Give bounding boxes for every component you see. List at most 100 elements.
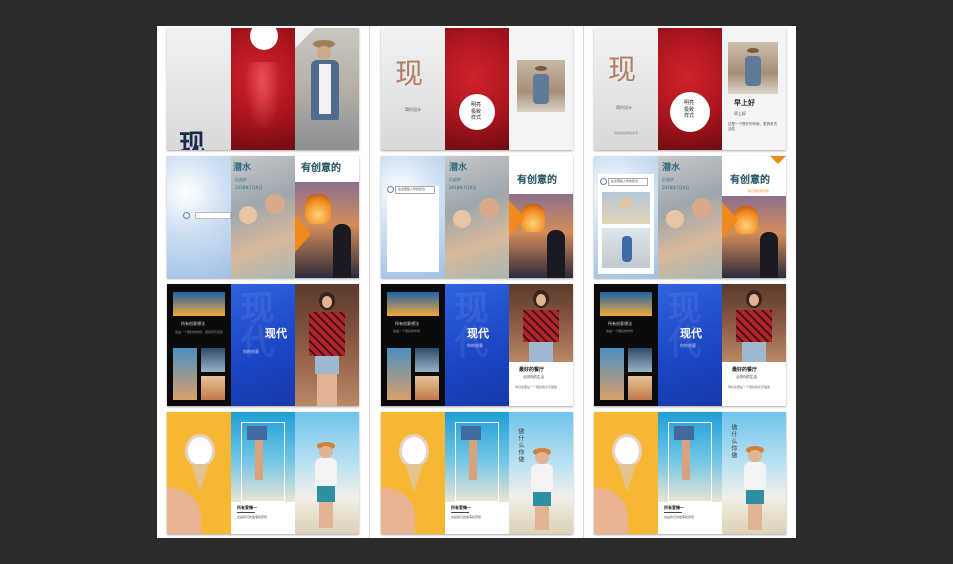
photo-tile-3	[628, 376, 652, 400]
right-title: 早上好	[734, 99, 755, 107]
shorts	[247, 426, 267, 440]
headline: 有创意的	[517, 175, 557, 186]
brochure-mockup-row3-v1[interactable]: 所有创意想法 这是一个很好的布局，更具有灵活性 现代 现代 你的创意	[167, 284, 359, 406]
title-a: 潜水	[233, 163, 252, 173]
date: 2018年7月6日	[449, 185, 477, 190]
man-face	[479, 198, 499, 218]
panel-yellow	[167, 412, 231, 534]
panel-red-photo: 明亮 极致 样式	[658, 28, 722, 150]
panel-black: 所有创意想法 这是一个很好的布局	[381, 284, 445, 406]
caption-divider	[237, 512, 255, 513]
brochure-mockup-row3-v3[interactable]: 所有创意想法 这是一个很好的布局 现代 现代 你的创意 最好的餐厅 点亮你的生活…	[594, 284, 786, 406]
man-face	[265, 194, 285, 214]
brochure-mockup-row4-v1[interactable]: 所有爱情一 这是我们的故事和梦想	[167, 412, 359, 534]
ice-cream-scoop	[612, 434, 642, 468]
panel-sky: 在这里输入你的想法	[381, 156, 445, 278]
brochure-mockup-row2-v3[interactable]: 在这里输入你的想法 潜水 后退步 2018年7月6日 有创意的 我们的创意创意	[594, 156, 786, 278]
caption-title: 所有爱情一	[237, 505, 257, 510]
caption-title: 所有爱情一	[664, 505, 684, 510]
child-figure	[622, 236, 632, 262]
face	[536, 294, 546, 306]
box-title: 所有创意想法	[181, 321, 205, 326]
figure	[745, 56, 761, 86]
caption-title: 所有爱情一	[451, 505, 471, 510]
modern-subtitle: 你的创意	[243, 349, 259, 354]
panel-family-photo: 潜水 后退步 2018年7月6日	[658, 156, 722, 278]
cone	[191, 464, 209, 492]
panel-beach-feet: 所有爱情一 这是我们的故事和梦想	[231, 412, 295, 534]
person-silhouette	[333, 224, 351, 278]
column-divider	[369, 26, 370, 538]
card-body: 你好这里是一个很好的文字描述	[728, 385, 771, 389]
orange-corner	[770, 156, 786, 164]
pin-icon	[600, 178, 607, 185]
child-shirt	[531, 464, 553, 492]
panel-yellow	[594, 412, 658, 534]
panel-beach-child	[295, 412, 359, 534]
child-face	[666, 210, 684, 228]
hat	[747, 48, 759, 53]
footer-text: 请在此处添加文字	[614, 131, 639, 135]
title-a: 潜水	[449, 163, 468, 173]
card-title: 最好的餐厅	[732, 367, 758, 373]
brochure-mockup-row1-v3[interactable]: 现 简约设计 请在此处添加文字 明亮 极致 样式 早上好 早上好 这是一个很好的…	[594, 28, 786, 150]
circle-text: 明亮 极致 样式	[471, 102, 482, 121]
child-legs	[319, 502, 333, 528]
photo-drinks	[387, 292, 439, 316]
panel-woman-card: 最好的餐厅 点亮你的生活 你好这里是一个很好的文字描述	[509, 284, 573, 406]
panel-woman-card: 最好的餐厅 点亮你的生活 你好这里是一个很好的文字描述	[722, 284, 786, 406]
panel-lantern: 有创意的	[509, 156, 573, 278]
head	[317, 46, 331, 60]
caption-body: 这是我们的故事和梦想	[451, 515, 482, 519]
photo-tile-1	[600, 348, 624, 400]
panel-left: 现 简约设计 请在此处添加文字	[594, 28, 658, 150]
cone	[618, 464, 636, 492]
panel-sky: 在这里输入你的想法	[594, 156, 658, 278]
hat	[535, 66, 547, 71]
photo-woman-field	[517, 60, 565, 112]
panel-blue: 现代 现代 你的创意	[445, 284, 509, 406]
face	[749, 294, 759, 306]
pin-icon	[183, 212, 190, 219]
circle-text: 明亮 极致 样式	[684, 100, 695, 119]
card-subtitle: 点亮你的生活	[736, 375, 757, 379]
brochure-mockup-row4-v3[interactable]: 所有爱情一 这是我们的故事和梦想 做什么你做	[594, 412, 786, 534]
brochure-mockup-row4-v2[interactable]: 所有爱情一 这是我们的故事和梦想 做什么你做	[381, 412, 573, 534]
panel-family-photo: 潜水 后退步 2018年7月6日	[231, 156, 295, 278]
box-body: 这是一个很好的布局	[393, 329, 421, 333]
photo-drinks	[600, 292, 652, 316]
panel-right: 早上好 早上好 这是一个很好的布局，更具有灵活性	[722, 28, 786, 150]
panel-red-photo	[231, 28, 295, 150]
photo-tile-3	[201, 376, 225, 400]
plaid-shirt	[523, 310, 559, 342]
brochure-mockup-row1-v1[interactable]: 现	[167, 28, 359, 150]
photo-drinks	[173, 292, 225, 316]
panel-left: 现 简约设计	[381, 28, 445, 150]
woman-silhouette	[245, 62, 281, 132]
brochure-mockup-row3-v2[interactable]: 所有创意想法 这是一个很好的布局 现代 现代 你的创意 最好的餐厅 点亮你的生活…	[381, 284, 573, 406]
panel-photo-woman	[295, 28, 359, 150]
child-shorts	[746, 490, 764, 504]
denim-shorts	[742, 342, 766, 362]
brochure-mockup-row1-v2[interactable]: 现 简约设计 明亮 极致 样式	[381, 28, 573, 150]
panel-blue: 现代 现代 你的创意	[658, 284, 722, 406]
brochure-mockup-row2-v1[interactable]: 潜水 后退步 2018年7月6日 有创意的	[167, 156, 359, 278]
date: 2018年7月6日	[662, 185, 690, 190]
hand	[381, 488, 415, 534]
figure	[533, 74, 549, 104]
right-body: 这是一个很好的布局，更具有灵活性	[728, 122, 777, 131]
caption-body: 这是我们的故事和梦想	[664, 515, 695, 519]
white-dress	[319, 64, 331, 114]
leg	[469, 440, 477, 480]
person-silhouette	[760, 232, 778, 278]
child-head	[748, 450, 762, 462]
panel-blue: 现代 现代 你的创意	[231, 284, 295, 406]
vertical-text: 做什么你做	[730, 424, 737, 459]
panel-beach-feet: 所有爱情一 这是我们的故事和梦想	[658, 412, 722, 534]
brochure-mockup-row2-v2[interactable]: 在这里输入你的想法 潜水 后退步 2018年7月6日 有创意的	[381, 156, 573, 278]
right-subtitle: 早上好	[734, 111, 746, 116]
shorts	[674, 426, 694, 440]
caption-divider	[664, 512, 682, 513]
panel-woman-plaid	[295, 284, 359, 406]
box-body: 这是一个很好的布局	[606, 329, 634, 333]
